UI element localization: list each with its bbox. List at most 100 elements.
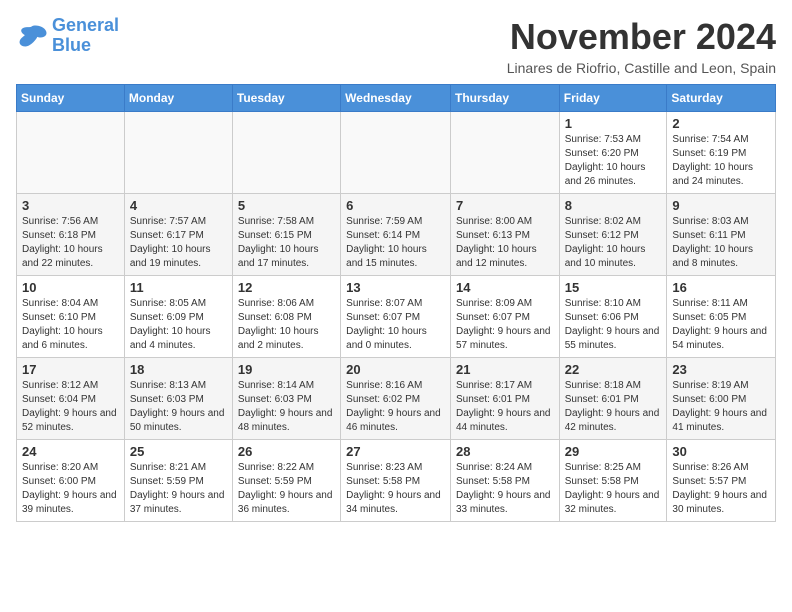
day-number: 23 bbox=[672, 362, 770, 377]
month-title: November 2024 bbox=[507, 16, 776, 58]
week-row-2: 3 Sunrise: 7:56 AM Sunset: 6:18 PM Daylig… bbox=[17, 194, 776, 276]
location-subtitle: Linares de Riofrio, Castille and Leon, S… bbox=[507, 60, 776, 76]
day-info: Sunrise: 8:07 AM Sunset: 6:07 PM Dayligh… bbox=[346, 297, 445, 353]
day-info: Sunrise: 8:26 AM Sunset: 5:57 PM Dayligh… bbox=[672, 461, 770, 517]
empty-cell bbox=[341, 112, 451, 194]
day-number: 11 bbox=[130, 280, 227, 295]
day-info: Sunrise: 8:11 AM Sunset: 6:05 PM Dayligh… bbox=[672, 297, 770, 353]
day-number: 15 bbox=[565, 280, 662, 295]
day-info: Sunrise: 8:22 AM Sunset: 5:59 PM Dayligh… bbox=[238, 461, 335, 517]
day-info: Sunrise: 8:04 AM Sunset: 6:10 PM Dayligh… bbox=[22, 297, 119, 353]
day-info: Sunrise: 8:12 AM Sunset: 6:04 PM Dayligh… bbox=[22, 379, 119, 435]
day-number: 3 bbox=[22, 198, 119, 213]
day-info: Sunrise: 8:13 AM Sunset: 6:03 PM Dayligh… bbox=[130, 379, 227, 435]
day-number: 18 bbox=[130, 362, 227, 377]
day-info: Sunrise: 8:20 AM Sunset: 6:00 PM Dayligh… bbox=[22, 461, 119, 517]
day-info: Sunrise: 7:57 AM Sunset: 6:17 PM Dayligh… bbox=[130, 215, 227, 271]
day-number: 14 bbox=[456, 280, 554, 295]
day-number: 28 bbox=[456, 444, 554, 459]
day-number: 29 bbox=[565, 444, 662, 459]
day-cell-27: 27Sunrise: 8:23 AM Sunset: 5:58 PM Dayli… bbox=[341, 440, 451, 522]
weekday-header-wednesday: Wednesday bbox=[341, 85, 451, 112]
day-number: 10 bbox=[22, 280, 119, 295]
day-cell-21: 21 Sunrise: 8:17 AM Sunset: 6:01 PM Dayli… bbox=[450, 358, 559, 440]
day-number: 6 bbox=[346, 198, 445, 213]
week-row-5: 24 Sunrise: 8:20 AM Sunset: 6:00 PM Dayli… bbox=[17, 440, 776, 522]
day-info: Sunrise: 8:16 AM Sunset: 6:02 PM Dayligh… bbox=[346, 379, 445, 435]
day-cell-13: 13 Sunrise: 8:07 AM Sunset: 6:07 PM Dayli… bbox=[341, 276, 451, 358]
day-cell-2: 2Sunrise: 7:54 AM Sunset: 6:19 PM Daylig… bbox=[667, 112, 776, 194]
week-row-1: 1 Sunrise: 7:53 AM Sunset: 6:20 PM Daylig… bbox=[17, 112, 776, 194]
day-cell-7: 7 Sunrise: 8:00 AM Sunset: 6:13 PM Daylig… bbox=[450, 194, 559, 276]
weekday-header-saturday: Saturday bbox=[667, 85, 776, 112]
day-number: 9 bbox=[672, 198, 770, 213]
day-cell-10: 10 Sunrise: 8:04 AM Sunset: 6:10 PM Dayli… bbox=[17, 276, 125, 358]
day-info: Sunrise: 8:14 AM Sunset: 6:03 PM Dayligh… bbox=[238, 379, 335, 435]
day-cell-14: 14 Sunrise: 8:09 AM Sunset: 6:07 PM Dayli… bbox=[450, 276, 559, 358]
weekday-header-friday: Friday bbox=[559, 85, 667, 112]
day-info: Sunrise: 8:17 AM Sunset: 6:01 PM Dayligh… bbox=[456, 379, 554, 435]
day-info: Sunrise: 8:19 AM Sunset: 6:00 PM Dayligh… bbox=[672, 379, 770, 435]
day-cell-26: 26Sunrise: 8:22 AM Sunset: 5:59 PM Dayli… bbox=[232, 440, 340, 522]
day-info: Sunrise: 7:56 AM Sunset: 6:18 PM Dayligh… bbox=[22, 215, 119, 271]
day-cell-15: 15 Sunrise: 8:10 AM Sunset: 6:06 PM Dayli… bbox=[559, 276, 667, 358]
day-number: 30 bbox=[672, 444, 770, 459]
day-info: Sunrise: 8:09 AM Sunset: 6:07 PM Dayligh… bbox=[456, 297, 554, 353]
weekday-header-thursday: Thursday bbox=[450, 85, 559, 112]
day-info: Sunrise: 8:06 AM Sunset: 6:08 PM Dayligh… bbox=[238, 297, 335, 353]
day-info: Sunrise: 8:21 AM Sunset: 5:59 PM Dayligh… bbox=[130, 461, 227, 517]
weekday-header-monday: Monday bbox=[124, 85, 232, 112]
day-info: Sunrise: 8:05 AM Sunset: 6:09 PM Dayligh… bbox=[130, 297, 227, 353]
day-cell-12: 12 Sunrise: 8:06 AM Sunset: 6:08 PM Dayli… bbox=[232, 276, 340, 358]
day-number: 25 bbox=[130, 444, 227, 459]
week-row-4: 17Sunrise: 8:12 AM Sunset: 6:04 PM Dayli… bbox=[17, 358, 776, 440]
day-number: 13 bbox=[346, 280, 445, 295]
day-info: Sunrise: 7:53 AM Sunset: 6:20 PM Dayligh… bbox=[565, 133, 662, 189]
week-row-3: 10 Sunrise: 8:04 AM Sunset: 6:10 PM Dayli… bbox=[17, 276, 776, 358]
title-block: November 2024 Linares de Riofrio, Castil… bbox=[507, 16, 776, 76]
day-number: 22 bbox=[565, 362, 662, 377]
day-cell-17: 17Sunrise: 8:12 AM Sunset: 6:04 PM Dayli… bbox=[17, 358, 125, 440]
day-info: Sunrise: 8:25 AM Sunset: 5:58 PM Dayligh… bbox=[565, 461, 662, 517]
day-cell-8: 8Sunrise: 8:02 AM Sunset: 6:12 PM Daylig… bbox=[559, 194, 667, 276]
day-number: 8 bbox=[565, 198, 662, 213]
day-cell-23: 23 Sunrise: 8:19 AM Sunset: 6:00 PM Dayli… bbox=[667, 358, 776, 440]
day-number: 4 bbox=[130, 198, 227, 213]
day-info: Sunrise: 8:00 AM Sunset: 6:13 PM Dayligh… bbox=[456, 215, 554, 271]
day-cell-24: 24 Sunrise: 8:20 AM Sunset: 6:00 PM Dayli… bbox=[17, 440, 125, 522]
day-info: Sunrise: 8:10 AM Sunset: 6:06 PM Dayligh… bbox=[565, 297, 662, 353]
day-number: 20 bbox=[346, 362, 445, 377]
day-cell-25: 25 Sunrise: 8:21 AM Sunset: 5:59 PM Dayli… bbox=[124, 440, 232, 522]
day-info: Sunrise: 7:58 AM Sunset: 6:15 PM Dayligh… bbox=[238, 215, 335, 271]
logo-icon bbox=[16, 22, 48, 50]
day-number: 5 bbox=[238, 198, 335, 213]
day-info: Sunrise: 8:18 AM Sunset: 6:01 PM Dayligh… bbox=[565, 379, 662, 435]
day-info: Sunrise: 7:59 AM Sunset: 6:14 PM Dayligh… bbox=[346, 215, 445, 271]
day-info: Sunrise: 8:03 AM Sunset: 6:11 PM Dayligh… bbox=[672, 215, 770, 271]
day-cell-29: 29 Sunrise: 8:25 AM Sunset: 5:58 PM Dayli… bbox=[559, 440, 667, 522]
header: General Blue November 2024 Linares de Ri… bbox=[16, 16, 776, 76]
weekday-header-tuesday: Tuesday bbox=[232, 85, 340, 112]
day-cell-1: 1 Sunrise: 7:53 AM Sunset: 6:20 PM Daylig… bbox=[559, 112, 667, 194]
logo-text: General Blue bbox=[52, 16, 119, 56]
empty-cell bbox=[17, 112, 125, 194]
day-cell-18: 18 Sunrise: 8:13 AM Sunset: 6:03 PM Dayli… bbox=[124, 358, 232, 440]
day-number: 19 bbox=[238, 362, 335, 377]
day-number: 12 bbox=[238, 280, 335, 295]
weekday-header-row: SundayMondayTuesdayWednesdayThursdayFrid… bbox=[17, 85, 776, 112]
day-cell-22: 22 Sunrise: 8:18 AM Sunset: 6:01 PM Dayli… bbox=[559, 358, 667, 440]
day-cell-3: 3 Sunrise: 7:56 AM Sunset: 6:18 PM Daylig… bbox=[17, 194, 125, 276]
day-cell-28: 28 Sunrise: 8:24 AM Sunset: 5:58 PM Dayli… bbox=[450, 440, 559, 522]
weekday-header-sunday: Sunday bbox=[17, 85, 125, 112]
day-info: Sunrise: 8:24 AM Sunset: 5:58 PM Dayligh… bbox=[456, 461, 554, 517]
day-number: 1 bbox=[565, 116, 662, 131]
empty-cell bbox=[124, 112, 232, 194]
day-cell-4: 4 Sunrise: 7:57 AM Sunset: 6:17 PM Daylig… bbox=[124, 194, 232, 276]
day-number: 21 bbox=[456, 362, 554, 377]
day-cell-19: 19 Sunrise: 8:14 AM Sunset: 6:03 PM Dayli… bbox=[232, 358, 340, 440]
day-number: 24 bbox=[22, 444, 119, 459]
day-cell-5: 5 Sunrise: 7:58 AM Sunset: 6:15 PM Daylig… bbox=[232, 194, 340, 276]
day-number: 27 bbox=[346, 444, 445, 459]
day-number: 7 bbox=[456, 198, 554, 213]
day-cell-20: 20 Sunrise: 8:16 AM Sunset: 6:02 PM Dayli… bbox=[341, 358, 451, 440]
